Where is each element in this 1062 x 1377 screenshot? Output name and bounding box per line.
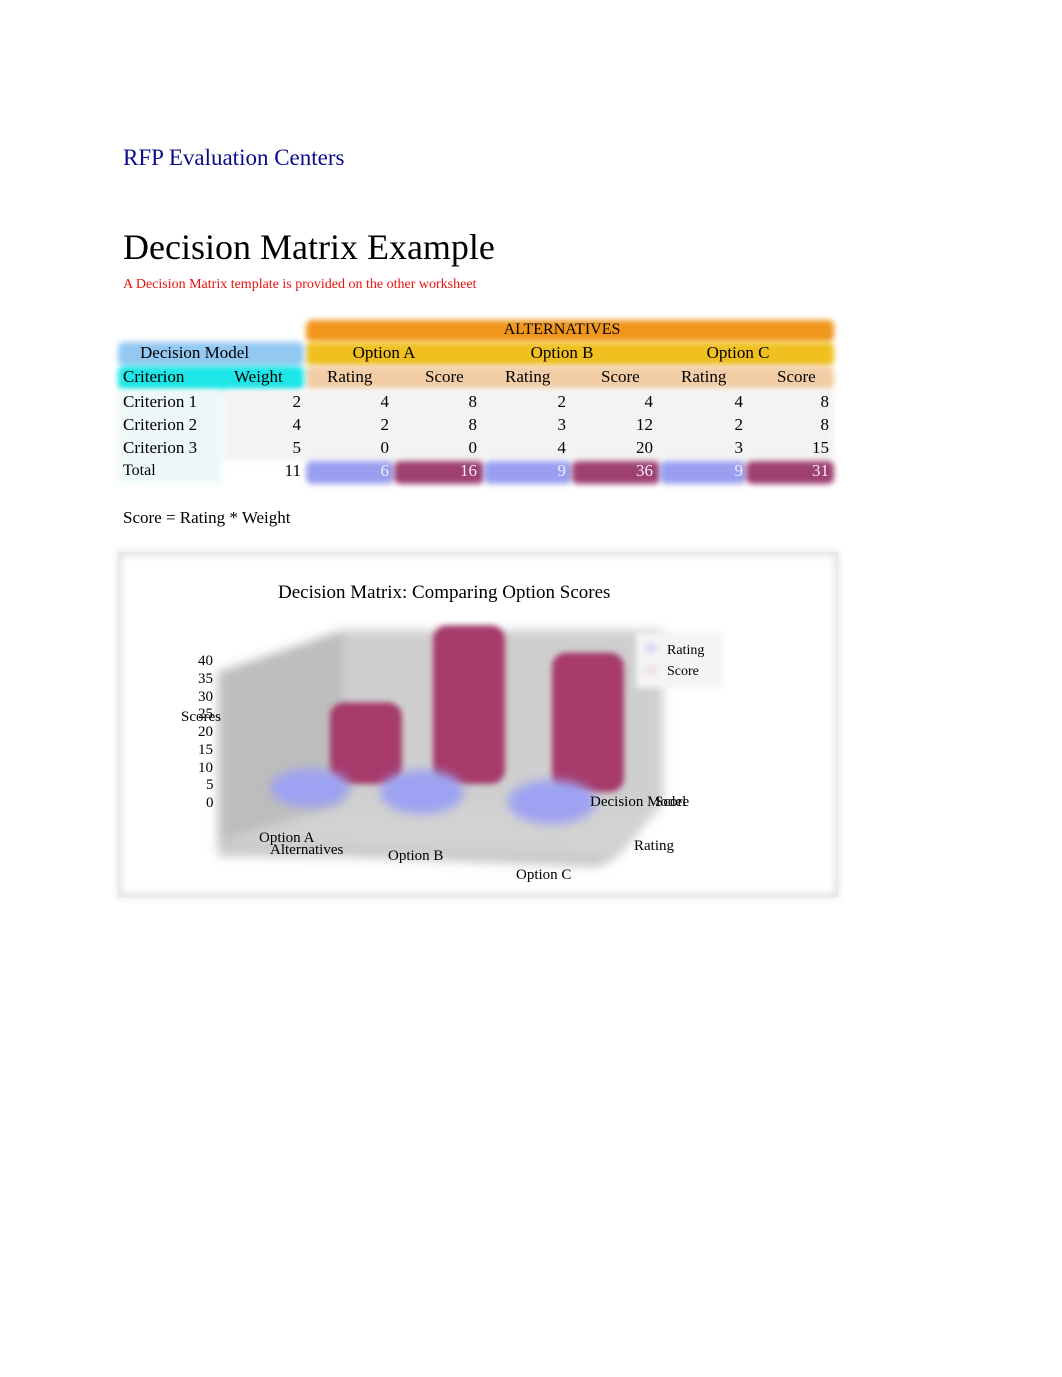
score-c-value: 8 — [820, 415, 830, 434]
rating-a-value: 2 — [380, 415, 390, 434]
y-tick-label: 35 — [198, 670, 213, 687]
criterion-name: Criterion 2 — [123, 415, 198, 434]
rating-b-value: 2 — [557, 392, 567, 411]
rating-header-b: Rating — [505, 367, 551, 386]
score-a-value: 8 — [468, 415, 478, 434]
decision-matrix-table: ALTERNATIVES Decision Model Option A Opt… — [0, 0, 1062, 520]
rating-header-c: Rating — [681, 367, 727, 386]
weight-value: 2 — [292, 392, 302, 411]
y-tick-label: 25 — [198, 706, 213, 723]
total-score-c-value: 31 — [812, 461, 829, 480]
weight-header: Weight — [234, 367, 283, 386]
x-tick-option-b: Option B — [388, 848, 444, 864]
bar-rating-option-b[interactable] — [380, 769, 464, 815]
score-header-b: Score — [601, 367, 640, 386]
chart-plot — [218, 625, 722, 867]
y-tick-label: 10 — [198, 759, 213, 776]
rating-a-value: 0 — [380, 438, 390, 457]
y-tick-label: 15 — [198, 741, 213, 758]
option-a-header: Option A — [352, 343, 416, 362]
total-score-b-value: 36 — [636, 461, 653, 480]
decision-model-header: Decision Model — [140, 343, 250, 362]
score-c-value: 15 — [812, 438, 829, 457]
criterion-name: Criterion 1 — [123, 392, 198, 411]
total-weight-value: 11 — [284, 461, 301, 480]
total-label: Total — [123, 462, 156, 479]
legend-item-rating[interactable]: Rating — [667, 642, 704, 659]
bar-score-option-c[interactable] — [552, 652, 624, 792]
criterion-header: Criterion — [123, 367, 185, 386]
total-score-a-value: 16 — [460, 461, 477, 480]
depth-tick-rating: Rating — [634, 838, 674, 854]
total-rating-a-value: 6 — [380, 461, 390, 480]
chart-title: Decision Matrix: Comparing Option Scores — [278, 582, 611, 603]
legend-item-score[interactable]: Score — [667, 663, 699, 680]
bar-score-option-b[interactable] — [433, 625, 505, 784]
rating-header-a: Rating — [327, 367, 373, 386]
total-rating-b-value: 9 — [557, 461, 567, 480]
y-tick-label: 0 — [206, 795, 214, 811]
option-b-header: Option B — [530, 343, 594, 362]
y-tick-label: 30 — [198, 688, 213, 705]
score-b-value: 20 — [636, 438, 653, 457]
rating-c-value: 3 — [734, 438, 744, 457]
bar-rating-option-a[interactable] — [270, 768, 350, 808]
y-tick-label: 5 — [206, 777, 214, 794]
y-tick-label: 20 — [198, 724, 213, 740]
depth-tick-score: Score — [655, 794, 690, 810]
rating-score-header-band — [306, 366, 834, 390]
rating-b-value: 3 — [557, 415, 567, 434]
x-tick-option-c: Option C — [516, 867, 572, 883]
option-c-header: Option C — [706, 343, 770, 362]
score-b-value: 4 — [644, 392, 654, 411]
score-a-value: 8 — [468, 392, 478, 411]
weight-value: 4 — [292, 415, 302, 434]
score-header-c: Score — [777, 367, 816, 386]
score-a-value: 0 — [468, 438, 478, 457]
score-b-value: 12 — [636, 415, 653, 434]
weight-value: 5 — [292, 438, 302, 457]
y-tick-label: 40 — [198, 653, 213, 669]
alternatives-header: ALTERNATIVES — [503, 321, 621, 338]
bar-score-option-a[interactable] — [330, 702, 402, 784]
rating-c-value: 4 — [734, 392, 744, 411]
formula-note: Score = Rating * Weight — [123, 508, 291, 527]
score-header-a: Score — [425, 367, 464, 386]
rating-a-value: 4 — [380, 392, 390, 411]
chart-container[interactable]: Decision Matrix: Comparing Option Scores… — [118, 552, 838, 897]
score-c-value: 8 — [820, 392, 830, 411]
rating-b-value: 4 — [557, 438, 567, 457]
x-axis-title: Alternatives — [270, 842, 344, 858]
total-rating-c-value: 9 — [734, 461, 744, 480]
rating-c-value: 2 — [734, 415, 744, 434]
bar-rating-option-c[interactable] — [508, 779, 596, 825]
criterion-name: Criterion 3 — [123, 438, 198, 457]
